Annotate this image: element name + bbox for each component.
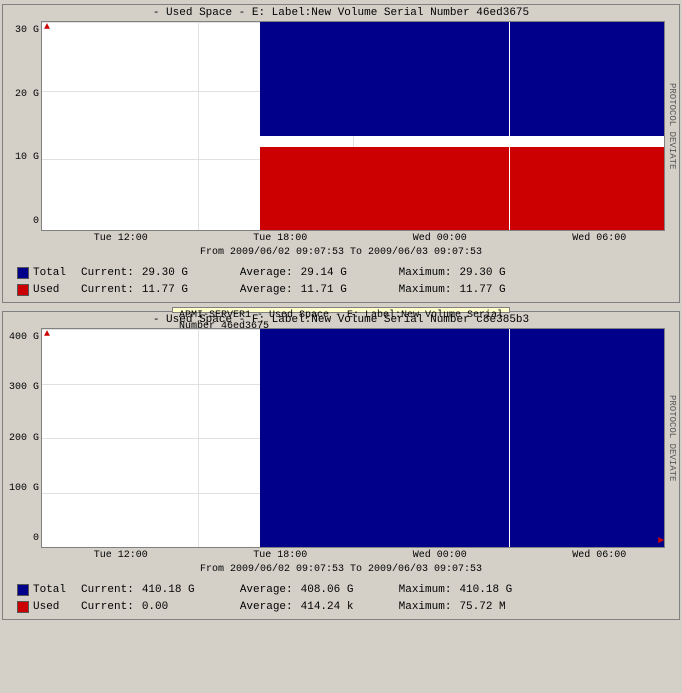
x-label-wed00: Wed 00:00 <box>413 233 467 244</box>
bar-total-2 <box>260 329 664 547</box>
y-arrow-2: ▲ <box>44 329 50 340</box>
legend-label-total-2: Total <box>33 582 73 599</box>
legend-current-label-total: Current: <box>81 265 134 282</box>
legend-current-val-used: 11.77 G <box>142 282 232 299</box>
tooltip-line2: Number 46ed3675 <box>179 321 503 332</box>
legend-current-label-used-2: Current: <box>81 599 134 616</box>
legend-current-label-used: Current: <box>81 282 134 299</box>
legend-current-val-used-2: 0.00 <box>142 599 232 616</box>
panel-1-y-axis: 30 G 20 G 10 G 0 <box>3 21 41 231</box>
x-label-tue18-2: Tue 18:00 <box>253 550 307 561</box>
separator-line-2 <box>509 329 510 547</box>
legend-current-val-total: 29.30 G <box>142 265 232 282</box>
legend-avg-label-total-2: Average: <box>240 582 293 599</box>
panel-1-title: - Used Space - E: Label:New Volume Seria… <box>3 5 679 21</box>
legend-row-used: Used Current: 11.77 G Average: 11.71 G M… <box>17 282 671 299</box>
legend-current-val-total-2: 410.18 G <box>142 582 232 599</box>
y-label-0-2: 0 <box>33 533 39 544</box>
legend-text-used: Used Current: 11.77 G Average: 11.71 G M… <box>33 282 506 299</box>
panel-2-date-range: From 2009/06/02 09:07:53 To 2009/06/03 0… <box>3 563 679 578</box>
panel-2: - Used Space - F: Label:New Volume Seria… <box>2 311 680 620</box>
panel-2-x-axis: Tue 12:00 Tue 18:00 Wed 00:00 Wed 06:00 <box>3 548 679 563</box>
x-label-tue12-2: Tue 12:00 <box>94 550 148 561</box>
y-arrow: ▲ <box>44 22 50 33</box>
tooltip: APMI-SERVER1 - Used Space - E: Label:New… <box>172 307 510 313</box>
x-label-tue18: Tue 18:00 <box>253 233 307 244</box>
y-label-200g: 200 G <box>9 433 39 444</box>
x-arrow: ► <box>658 219 664 230</box>
legend-max-label-used: Maximum: <box>399 282 452 299</box>
panel-1: - Used Space - E: Label:New Volume Seria… <box>2 4 680 303</box>
y-label-0: 0 <box>33 216 39 227</box>
y-label-20g: 20 G <box>15 89 39 100</box>
y-label-30g: 30 G <box>15 25 39 36</box>
legend-max-label-total-2: Maximum: <box>399 582 452 599</box>
legend-avg-label-total: Average: <box>240 265 293 282</box>
legend-max-label-total: Maximum: <box>399 265 452 282</box>
legend-avg-label-used-2: Average: <box>240 599 293 616</box>
legend-avg-val-used-2: 414.24 k <box>301 599 391 616</box>
panel-1-x-axis: Tue 12:00 Tue 18:00 Wed 00:00 Wed 06:00 <box>3 231 679 246</box>
panel-2-legend: Total Current: 410.18 G Average: 408.06 … <box>3 578 679 619</box>
legend-row-total: Total Current: 29.30 G Average: 29.14 G … <box>17 265 671 282</box>
legend-row-used-2: Used Current: 0.00 Average: 414.24 k Max… <box>17 599 671 616</box>
legend-avg-val-total-2: 408.06 G <box>301 582 391 599</box>
legend-row-total-2: Total Current: 410.18 G Average: 408.06 … <box>17 582 671 599</box>
panel-1-legend: Total Current: 29.30 G Average: 29.14 G … <box>3 261 679 302</box>
legend-max-val-total-2: 410.18 G <box>459 582 512 599</box>
y-label-400g: 400 G <box>9 332 39 343</box>
y-label-100g: 100 G <box>9 483 39 494</box>
bar-used <box>260 147 664 230</box>
legend-avg-val-total: 29.14 G <box>301 265 391 282</box>
legend-label-total: Total <box>33 265 73 282</box>
x-arrow-2: ► <box>658 536 664 547</box>
x-label-wed06-2: Wed 06:00 <box>572 550 626 561</box>
legend-label-used: Used <box>33 282 73 299</box>
legend-current-label-total-2: Current: <box>81 582 134 599</box>
panel-1-right-label: PROTOCOL DEVIATE <box>665 21 679 231</box>
legend-max-val-total: 29.30 G <box>459 265 505 282</box>
panel-1-chart: ▲ ► <box>41 21 665 231</box>
legend-max-label-used-2: Maximum: <box>399 599 452 616</box>
legend-color-used <box>17 284 29 296</box>
legend-avg-val-used: 11.71 G <box>301 282 391 299</box>
legend-text-total: Total Current: 29.30 G Average: 29.14 G … <box>33 265 506 282</box>
legend-color-total-2 <box>17 584 29 596</box>
x-label-wed00-2: Wed 00:00 <box>413 550 467 561</box>
panel-2-chart-wrapper: 400 G 300 G 200 G 100 G 0 ▲ ► <box>3 328 679 548</box>
y-label-300g: 300 G <box>9 382 39 393</box>
legend-avg-label-used: Average: <box>240 282 293 299</box>
separator-line <box>509 22 510 230</box>
panel-1-chart-wrapper: 30 G 20 G 10 G 0 ▲ ► <box>3 21 679 231</box>
x-label-wed06: Wed 06:00 <box>572 233 626 244</box>
legend-max-val-used: 11.77 G <box>459 282 505 299</box>
legend-text-used-2: Used Current: 0.00 Average: 414.24 k Max… <box>33 599 506 616</box>
panel-1-date-range: From 2009/06/02 09:07:53 To 2009/06/03 0… <box>3 246 679 261</box>
legend-label-used-2: Used <box>33 599 73 616</box>
panel-2-chart: ▲ ► <box>41 328 665 548</box>
legend-text-total-2: Total Current: 410.18 G Average: 408.06 … <box>33 582 512 599</box>
legend-color-used-2 <box>17 601 29 613</box>
panel-2-right-label: PROTOCOL DEVIATE <box>665 328 679 548</box>
legend-color-total <box>17 267 29 279</box>
tooltip-line1: APMI-SERVER1 - Used Space - E: Label:New… <box>179 310 503 321</box>
legend-max-val-used-2: 75.72 M <box>459 599 505 616</box>
x-label-tue12: Tue 12:00 <box>94 233 148 244</box>
panel-2-y-axis: 400 G 300 G 200 G 100 G 0 <box>3 328 41 548</box>
bar-total <box>260 22 664 136</box>
y-label-10g: 10 G <box>15 152 39 163</box>
